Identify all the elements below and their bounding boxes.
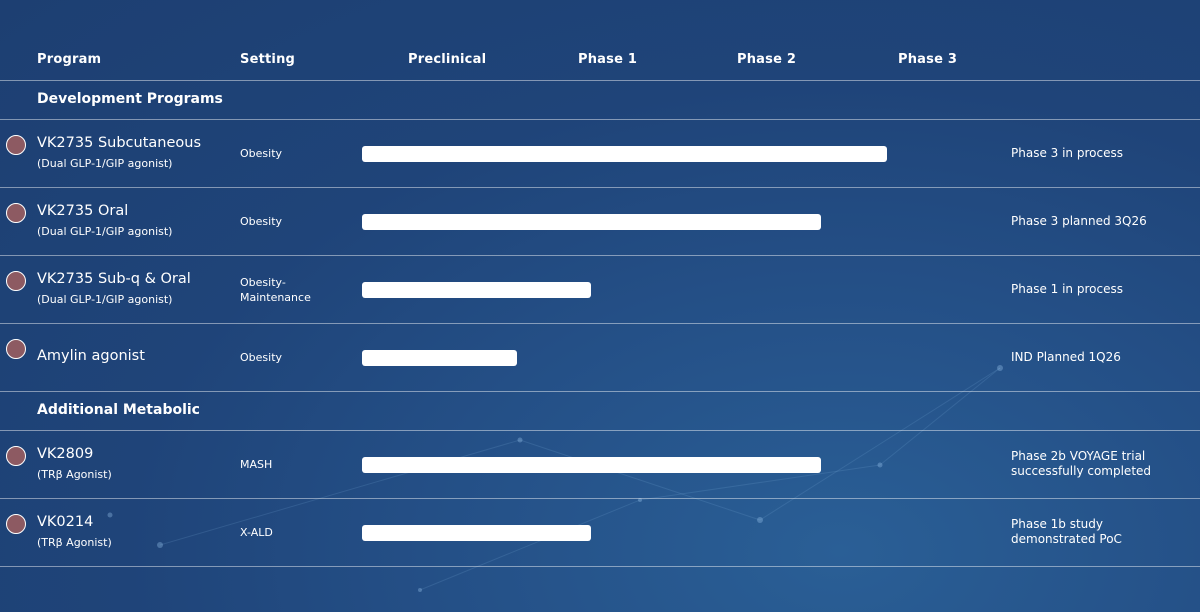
pipeline-bar bbox=[362, 350, 517, 366]
program-name: VK2809 bbox=[37, 446, 94, 462]
program-mechanism: (TRβ Agonist) bbox=[37, 468, 112, 481]
section-header: Development Programs bbox=[0, 81, 1200, 120]
program-circle-icon bbox=[6, 203, 26, 223]
header-program: Program bbox=[37, 52, 102, 67]
pipeline-bar bbox=[362, 214, 821, 230]
program-mechanism: (Dual GLP-1/GIP agonist) bbox=[37, 225, 173, 238]
table-row: VK2735 Subcutaneous (Dual GLP-1/GIP agoni… bbox=[0, 120, 1200, 188]
program-setting: X-ALD bbox=[240, 526, 273, 539]
pipeline-bar bbox=[362, 525, 591, 541]
table-row: VK2735 Oral (Dual GLP-1/GIP agonist) Obesi… bbox=[0, 188, 1200, 256]
program-name: Amylin agonist bbox=[37, 348, 145, 364]
program-mechanism: (Dual GLP-1/GIP agonist) bbox=[37, 293, 173, 306]
program-setting: Obesity bbox=[240, 215, 283, 228]
table-row: VK2735 Sub-q & Oral (Dual GLP-1/GIP agoni… bbox=[0, 256, 1200, 324]
program-setting: MASH bbox=[240, 458, 273, 471]
program-mechanism: (Dual GLP-1/GIP agonist) bbox=[37, 157, 173, 170]
pipeline-bar bbox=[362, 457, 821, 473]
program-setting: Obesity- Maintenance bbox=[240, 276, 311, 304]
program-status: IND Planned 1Q26 bbox=[1011, 350, 1121, 364]
header-phase-3: Phase 3 bbox=[898, 52, 958, 67]
program-circle-icon bbox=[6, 271, 26, 291]
header-setting: Setting bbox=[240, 52, 296, 67]
pipeline-bar bbox=[362, 282, 591, 298]
program-status: Phase 1 in process bbox=[1011, 282, 1123, 296]
program-setting: Obesity bbox=[240, 147, 283, 160]
section-title: Additional Metabolic bbox=[37, 402, 200, 418]
program-circle-icon bbox=[6, 446, 26, 466]
program-circle-icon bbox=[6, 514, 26, 534]
program-setting: Obesity bbox=[240, 351, 283, 364]
pipeline-bar bbox=[362, 146, 887, 162]
program-status: Phase 3 planned 3Q26 bbox=[1011, 214, 1147, 228]
section-title: Development Programs bbox=[37, 91, 223, 107]
program-mechanism: (TRβ Agonist) bbox=[37, 536, 112, 549]
header-phase-2: Phase 2 bbox=[737, 52, 797, 67]
table-row: Amylin agonist Obesity IND Planned 1Q26 bbox=[0, 324, 1200, 392]
header-preclinical: Preclinical bbox=[408, 52, 487, 67]
program-status: Phase 2b VOYAGE trial successfully comple… bbox=[1011, 449, 1152, 478]
table-header: Program Setting Preclinical Phase 1 Phas… bbox=[0, 0, 1200, 81]
program-name: VK2735 Subcutaneous bbox=[37, 135, 201, 151]
table-row: VK2809 (TRβ Agonist) MASH Phase 2b VOYAGE t… bbox=[0, 431, 1200, 499]
program-name: VK2735 Sub-q & Oral bbox=[37, 271, 191, 287]
header-phase-1: Phase 1 bbox=[578, 52, 638, 67]
program-name: VK0214 bbox=[37, 514, 94, 530]
program-status: Phase 1b study demonstrated PoC bbox=[1011, 517, 1122, 546]
program-name: VK2735 Oral bbox=[37, 203, 129, 219]
program-circle-icon bbox=[6, 339, 26, 359]
program-circle-icon bbox=[6, 135, 26, 155]
program-status: Phase 3 in process bbox=[1011, 146, 1123, 160]
table-row: VK0214 (TRβ Agonist) X-ALD Phase 1b study de… bbox=[0, 499, 1200, 567]
section-header: Additional Metabolic bbox=[0, 392, 1200, 431]
